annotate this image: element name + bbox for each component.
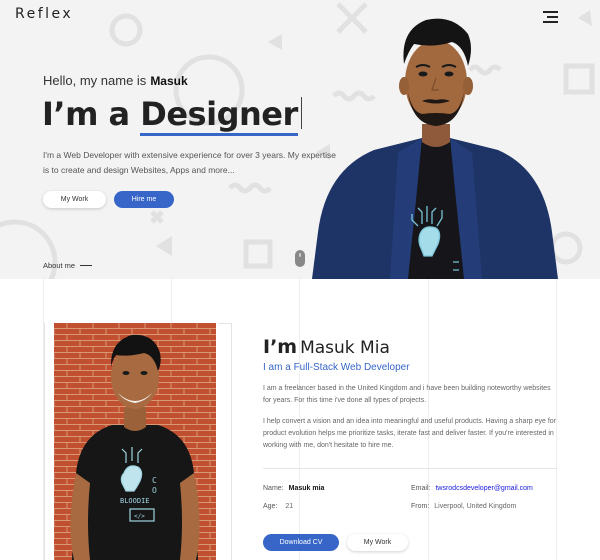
headline-prefix: I’m a <box>42 95 130 133</box>
about-role: I am a Full-Stack Web Developer <box>263 362 410 373</box>
about-full-name: Masuk Mia <box>300 338 390 358</box>
greeting: Hello, my name is Masuk <box>43 73 188 88</box>
greeting-text: Hello, my name is <box>43 73 147 88</box>
about-me-link[interactable]: About me <box>43 261 93 270</box>
email-label: Email: <box>411 485 431 492</box>
hero-intro: I'm a Web Developer with extensive exper… <box>43 150 336 175</box>
age-label: Age: <box>263 503 278 510</box>
divider <box>263 468 557 469</box>
my-work-button[interactable]: My Work <box>43 191 106 208</box>
from-value: Liverpool, United Kingdom <box>434 503 517 510</box>
age-value: 21 <box>285 503 294 510</box>
detail-age: Age: 21 <box>263 503 293 510</box>
dash-line <box>80 264 93 267</box>
greeting-name: Masuk <box>150 74 188 88</box>
hire-me-button[interactable]: Hire me <box>114 191 174 208</box>
about-im: I’m <box>263 336 298 358</box>
svg-text:</>: </> <box>134 513 145 520</box>
detail-name: Name: Masuk mia <box>263 485 324 492</box>
page: Reflex Hello, my name is Masuk I’m a Desi… <box>0 0 600 560</box>
typing-cursor <box>300 97 302 129</box>
svg-text:BLOODIE: BLOODIE <box>120 497 150 505</box>
detail-email: Email: twsrodcsdeveloper@gmail.com <box>411 485 533 492</box>
logo[interactable]: Reflex <box>15 6 73 22</box>
download-cv-button[interactable]: Download CV <box>263 534 339 551</box>
about-paragraph-1: I am a freelancer based in the United Ki… <box>263 385 551 404</box>
hero-section: Reflex Hello, my name is Masuk I’m a Desi… <box>0 0 600 279</box>
about-heading: I’m Masuk Mia <box>263 336 390 358</box>
email-value[interactable]: twsrodcsdeveloper@gmail.com <box>435 485 532 492</box>
hero-portrait <box>312 18 558 279</box>
from-label: From: <box>411 503 430 510</box>
my-work-button-secondary[interactable]: My Work <box>347 534 408 551</box>
photo-frame-line <box>44 323 45 560</box>
headline: I’m a Designer <box>42 95 302 136</box>
mouse-scroll-icon[interactable] <box>295 250 305 267</box>
svg-text:O: O <box>152 486 157 495</box>
detail-from: From: Liverpool, United Kingdom <box>411 503 516 510</box>
headline-role: Designer <box>140 95 298 136</box>
name-label: Name: <box>263 485 284 492</box>
about-paragraph-2: I help convert a vision and an idea into… <box>263 418 557 449</box>
photo-frame-line <box>231 323 232 560</box>
photo-frame-line <box>218 323 232 324</box>
profile-photo: C O BLOODIE </> <box>54 323 216 560</box>
svg-text:C: C <box>152 476 157 485</box>
about-me-label: About me <box>43 261 76 270</box>
name-value: Masuk mia <box>288 485 325 492</box>
